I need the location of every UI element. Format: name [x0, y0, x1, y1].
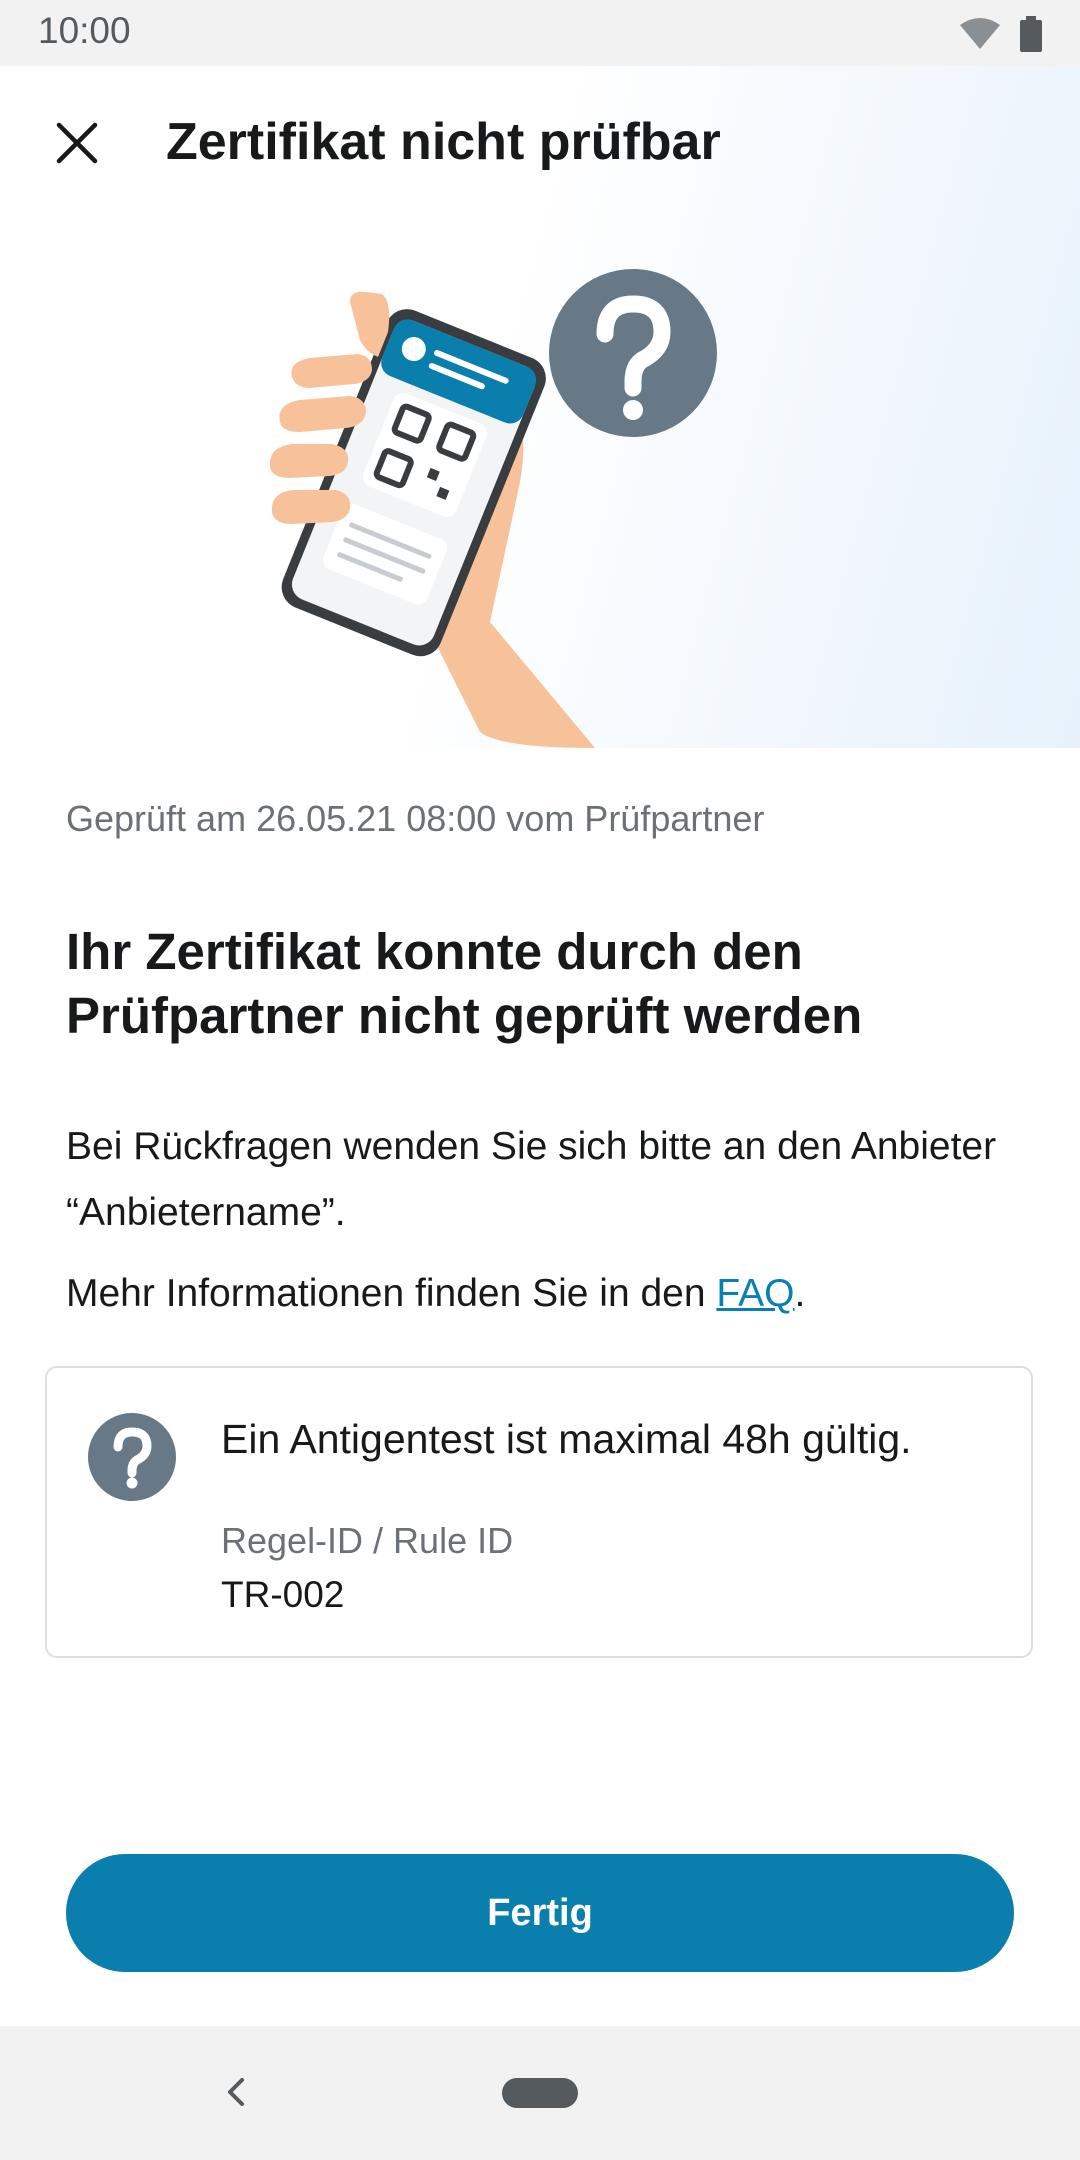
rule-description: Ein Antigentest ist maximal 48h gültig. — [221, 1416, 912, 1462]
status-icons — [958, 16, 1042, 52]
wifi-icon — [960, 18, 1000, 49]
page-title: Zertifikat nicht prüfbar — [166, 113, 721, 171]
battery-icon — [1020, 16, 1042, 52]
home-pill-icon[interactable] — [502, 2078, 578, 2108]
close-button[interactable] — [40, 106, 114, 180]
more-info-suffix: . — [794, 1272, 806, 1315]
phone-in-hand-illustration — [270, 269, 717, 748]
result-headline: Ihr Zertifikat konnte durch den Prüfpart… — [66, 923, 863, 1044]
contact-info-text: Bei Rückfragen wenden Sie sich bitte an … — [66, 1125, 997, 1234]
done-button[interactable]: Fertig — [66, 1854, 1014, 1972]
faq-link[interactable]: FAQ — [716, 1272, 794, 1315]
close-icon — [56, 122, 98, 164]
status-time: 10:00 — [38, 10, 131, 51]
rule-id-label: Regel-ID / Rule ID — [221, 1520, 514, 1561]
checked-info: Geprüft am 26.05.21 08:00 vom Prüfpartne… — [66, 798, 765, 839]
more-info-prefix: Mehr Informationen finden Sie in den — [66, 1272, 717, 1315]
more-info-text: Mehr Informationen finden Sie in den FAQ… — [66, 1266, 1026, 1322]
rule-id-value: TR-002 — [221, 1574, 345, 1615]
back-icon[interactable] — [218, 2068, 254, 2116]
question-icon — [549, 269, 717, 437]
navigation-bar — [0, 2026, 1080, 2160]
question-icon — [88, 1413, 176, 1501]
rule-card: Ein Antigentest ist maximal 48h gültig. … — [45, 1366, 1033, 1658]
status-bar: 10:00 — [0, 0, 1080, 66]
